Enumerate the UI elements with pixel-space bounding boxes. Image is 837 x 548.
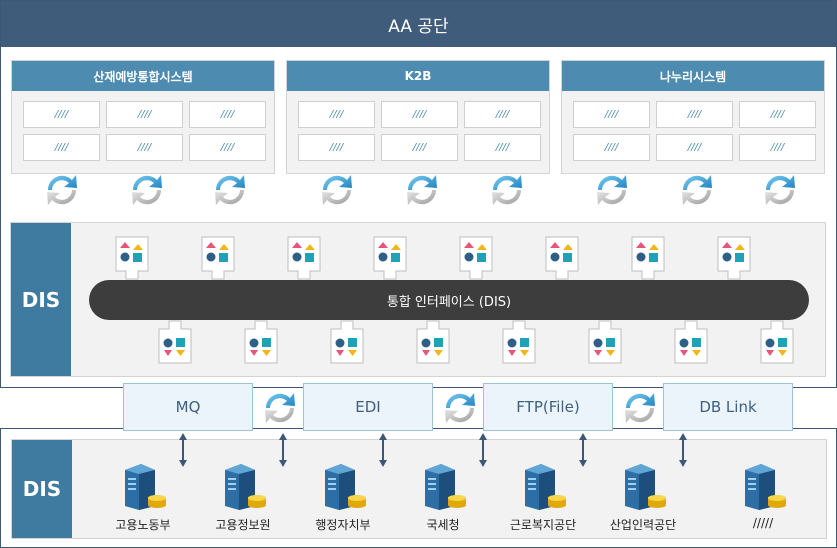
system-box-2: K2B //// //// //// //// //// //// <box>286 60 550 174</box>
system-cell: //// <box>381 134 458 161</box>
server-database-icon <box>198 462 288 510</box>
sync-icon <box>208 168 252 212</box>
sync-icon <box>315 168 359 212</box>
sync-icon <box>125 168 169 212</box>
interface-connector-icon <box>501 319 537 365</box>
integration-bus: 통합 인터페이스 (DIS) <box>89 280 809 320</box>
system-cell: //// <box>573 134 650 161</box>
sync-icon <box>258 386 302 430</box>
interface-connector-icon <box>243 319 279 365</box>
sync-icon <box>40 168 84 212</box>
interface-connector-icon <box>759 319 795 365</box>
system-cell: //// <box>106 101 183 128</box>
system-cell: //// <box>106 134 183 161</box>
system-title: 산재예방통합시스템 <box>12 61 274 91</box>
agency-name: 행정자치부 <box>315 518 371 532</box>
interface-connector-icon <box>630 235 666 281</box>
agency-name: 국세청 <box>426 518 460 532</box>
interface-connector-icon <box>716 235 752 281</box>
protocol-edi: EDI <box>303 383 433 431</box>
interface-connector-icon <box>673 319 709 365</box>
bidirectional-arrow-icon <box>478 433 488 467</box>
bidirectional-arrow-icon <box>678 433 688 467</box>
interface-connector-icon <box>157 319 193 365</box>
system-cell: //// <box>573 101 650 128</box>
protocol-ftp: FTP(File) <box>483 383 613 431</box>
bidirectional-arrow-icon <box>378 433 388 467</box>
agency-name: 산업인력공단 <box>609 518 677 532</box>
system-cell: //// <box>189 101 266 128</box>
sync-icon <box>438 386 482 430</box>
system-cell: //// <box>298 134 375 161</box>
interface-connector-icon <box>372 235 408 281</box>
interface-connector-icon <box>458 235 494 281</box>
protocol-db-link: DB Link <box>663 383 793 431</box>
organization-title: AA 공단 <box>1 1 836 47</box>
system-title: K2B <box>287 61 549 91</box>
sync-icon <box>758 168 802 212</box>
agency-item: 고용노동부 <box>98 462 188 533</box>
sync-icon <box>485 168 529 212</box>
interface-connector-icon <box>587 319 623 365</box>
agency-item: 국세청 <box>398 462 488 533</box>
interface-connector-icon <box>114 235 150 281</box>
agency-name: 고용노동부 <box>115 518 171 532</box>
agency-item: ///// <box>718 462 808 530</box>
interface-connector-icon <box>286 235 322 281</box>
dis-panel: DIS 통합 인터페이스 (DIS) <box>10 222 826 377</box>
bottom-dis-label: DIS <box>12 440 72 538</box>
dis-label: DIS <box>11 223 71 376</box>
system-cell: //// <box>739 101 816 128</box>
protocol-mq: MQ <box>123 383 253 431</box>
server-database-icon <box>98 462 188 510</box>
server-database-icon <box>398 462 488 510</box>
system-cell: //// <box>298 101 375 128</box>
system-cell: //// <box>464 134 541 161</box>
interface-connector-icon <box>415 319 451 365</box>
external-agencies-frame: DIS 고용노동부 고용정보원 행정자치부 국세청 근로복지공단 산업인력공단 ///// <box>0 428 837 548</box>
agencies-panel: DIS 고용노동부 고용정보원 행정자치부 국세청 근로복지공단 산업인력공단 ///// <box>11 439 827 539</box>
bidirectional-arrow-icon <box>578 433 588 467</box>
system-title: 나누리시스템 <box>562 61 824 91</box>
system-box-1: 산재예방통합시스템 //// //// //// //// //// //// <box>11 60 275 174</box>
system-box-3: 나누리시스템 //// //// //// //// //// //// <box>561 60 825 174</box>
agency-item: 산업인력공단 <box>598 462 688 533</box>
system-cell: //// <box>464 101 541 128</box>
agency-item: 행정자치부 <box>298 462 388 533</box>
server-database-icon <box>298 462 388 510</box>
sync-icon <box>590 168 634 212</box>
system-cell: //// <box>739 134 816 161</box>
agency-name: 고용정보원 <box>215 518 271 532</box>
agency-name: ///// <box>752 516 774 530</box>
sync-icon <box>618 386 662 430</box>
server-database-icon <box>598 462 688 510</box>
system-cell: //// <box>189 134 266 161</box>
interface-connector-icon <box>200 235 236 281</box>
interface-connector-icon <box>544 235 580 281</box>
bidirectional-arrow-icon <box>178 433 188 467</box>
system-cell: //// <box>23 134 100 161</box>
sync-icon <box>400 168 444 212</box>
system-cell: //// <box>656 134 733 161</box>
system-cell: //// <box>23 101 100 128</box>
system-cell: //// <box>381 101 458 128</box>
agency-item: 고용정보원 <box>198 462 288 533</box>
bidirectional-arrow-icon <box>278 433 288 467</box>
agency-name: 근로복지공단 <box>509 518 577 532</box>
server-database-icon <box>718 462 808 510</box>
system-cell: //// <box>656 101 733 128</box>
sync-icon <box>675 168 719 212</box>
interface-connector-icon <box>329 319 365 365</box>
server-database-icon <box>498 462 588 510</box>
agency-item: 근로복지공단 <box>498 462 588 533</box>
